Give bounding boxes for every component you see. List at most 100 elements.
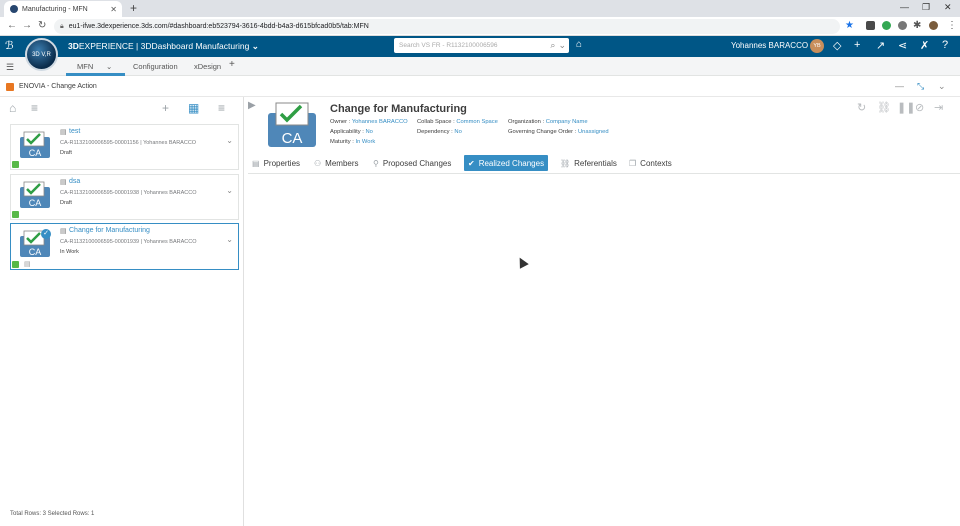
tab-mfn[interactable]: MFN [77,62,93,71]
add-icon[interactable]: + [162,101,169,115]
tab-properties[interactable]: ▤ Properties [248,155,304,171]
maturity-attribute: Maturity : In Work [330,139,376,145]
url-input[interactable]: 🔒︎ eu1-ifwe.3dexperience.3ds.com/#dashbo… [54,19,840,34]
drive-extension-icon[interactable] [882,21,891,30]
tools-icon[interactable]: ✗ [920,39,929,52]
forward-icon[interactable]: → [22,20,32,31]
pause-icon[interactable]: ❚❚ [897,101,915,114]
chevron-down-icon[interactable]: ⌄ [106,62,112,71]
user-avatar[interactable]: YB [810,39,824,53]
item-state: Draft [60,200,72,206]
tab-proposed-changes[interactable]: ⚲ Proposed Changes [369,155,455,171]
document-icon: ▤ [24,261,31,268]
list-item[interactable]: CA ✓ ▤ Change for Manufacturing CA-R1132… [10,223,239,270]
change-action-icon: CA [268,102,316,147]
page-title: Change for Manufacturing [330,103,467,115]
svg-text:CA: CA [29,198,42,208]
lock-icon: 🔒︎ [60,22,64,30]
cancel-icon[interactable]: ⊘ [915,101,924,114]
network-share-icon[interactable]: ⋖ [898,39,907,52]
expand-panel-icon[interactable]: ▶ [248,100,256,111]
active-tab-indicator [66,73,125,76]
dashboard-name[interactable]: Manufacturing [195,41,249,51]
item-name[interactable]: test [69,128,80,135]
browser-tab-bar: Manufacturing - MFN ✕ + — ❐ ✕ [0,0,960,17]
tab-realized-changes[interactable]: ✔ Realized Changes [464,155,549,171]
contexts-icon: ❐ [629,158,637,168]
tag-icon[interactable]: ⌂ [576,39,582,50]
hamburger-menu-icon[interactable]: ☰ [6,62,14,73]
extension-icon[interactable] [866,21,875,30]
collab-space-attribute: Collab Space : Common Space [417,119,498,125]
status-icon [12,261,19,268]
item-meta: CA-R1132100006595-00001939 | Yohannes BA… [60,239,197,245]
browser-menu-icon[interactable]: ⋮ [947,20,957,31]
sort-icon[interactable]: ≡ [218,101,225,115]
bookmark-star-icon[interactable]: ★ [845,20,854,31]
maximize-icon[interactable]: ❐ [922,2,930,13]
collapse-widget-icon[interactable]: ⤡ [917,81,924,92]
compass-icon[interactable]: 3D V,R [25,38,58,71]
item-state: Draft [60,150,72,156]
tab-members[interactable]: ⚇ Members [310,155,363,171]
help-icon[interactable]: ? [942,39,948,51]
extension-icon[interactable] [898,21,907,30]
change-action-icon: CA [20,131,50,158]
refresh-icon[interactable]: ↻ [857,101,866,114]
extensions-puzzle-icon[interactable]: ✱ [913,20,921,31]
filter-icon[interactable]: ≡ [31,101,38,115]
add-icon[interactable]: + [854,39,860,51]
chevron-down-icon[interactable]: ⌄ [226,235,233,244]
governing-change-order-attribute: Governing Change Order : Unassigned [508,129,609,135]
tab-contexts[interactable]: ❐ Contexts [625,155,676,171]
chevron-down-icon[interactable]: ⌄ [226,136,233,145]
chevron-down-icon[interactable]: ⌄ [558,40,566,51]
browser-address-bar: ← → ↻ 🔒︎ eu1-ifwe.3dexperience.3ds.com/#… [0,17,960,36]
mouse-cursor [515,255,529,269]
tab-xdesign[interactable]: xDesign [194,62,221,71]
proposed-changes-icon: ⚲ [373,158,379,168]
browser-tab[interactable]: Manufacturing - MFN ✕ [4,1,122,17]
status-icon [12,161,19,168]
search-icon[interactable]: ⌕ [550,40,555,51]
home-icon[interactable]: ⌂ [9,101,16,115]
properties-icon: ▤ [252,158,260,168]
tile-view-icon[interactable]: ▦ [188,101,199,115]
list-item[interactable]: CA ▤ dsa CA-R1132100006595-00001938 | Yo… [10,174,239,220]
item-meta: CA-R1132100006595-00001156 | Yohannes BA… [60,140,197,146]
widget-menu-icon[interactable]: ⌄ [938,81,946,92]
minimize-widget-icon[interactable]: — [895,81,904,91]
search-input[interactable]: Search VS FR - R1132100006596 ⌕ ⌄ [394,38,569,53]
new-tab-button[interactable]: + [130,1,137,15]
3ds-logo-icon: ℬ [5,40,14,52]
referentials-icon: ⛓ [560,158,571,168]
minimize-icon[interactable]: — [900,2,909,12]
platform-brand[interactable]: 3DEXPERIENCE | 3DDashboard Manufacturing… [68,41,259,52]
close-window-icon[interactable]: ✕ [944,2,952,13]
tab-referentials[interactable]: ⛓ Referentials [556,155,621,171]
dependency-attribute: Dependency : No [417,129,462,135]
reload-icon[interactable]: ↻ [38,20,46,31]
item-meta: CA-R1132100006595-00001938 | Yohannes BA… [60,190,197,196]
chevron-down-icon[interactable]: ⌄ [252,41,259,51]
share-icon[interactable]: ↗ [876,39,885,52]
add-tab-icon[interactable]: + [229,59,235,70]
realized-changes-icon: ✔ [468,158,475,168]
user-name[interactable]: Yohannes BARACCO [731,41,808,50]
social-icon[interactable]: ◇ [833,39,841,52]
back-icon[interactable]: ← [7,20,17,31]
widget-title: ENOVIA - Change Action [19,83,97,90]
tab-configuration[interactable]: Configuration [133,62,178,71]
chevron-down-icon[interactable]: ⌄ [226,186,233,195]
enovia-app-icon [6,83,14,91]
svg-text:CA: CA [29,148,42,158]
item-name[interactable]: dsa [69,178,80,185]
browser-tab-title: Manufacturing - MFN [22,5,88,13]
close-tab-icon[interactable]: ✕ [110,5,117,14]
exit-icon[interactable]: ⇥ [934,101,943,114]
list-item[interactable]: CA ▤ test CA-R1132100006595-00001156 | Y… [10,124,239,170]
link-icon[interactable]: ⛓ [877,101,891,114]
item-name[interactable]: Change for Manufacturing [69,227,150,234]
3ds-favicon-icon [10,5,18,13]
profile-avatar[interactable] [929,21,938,30]
